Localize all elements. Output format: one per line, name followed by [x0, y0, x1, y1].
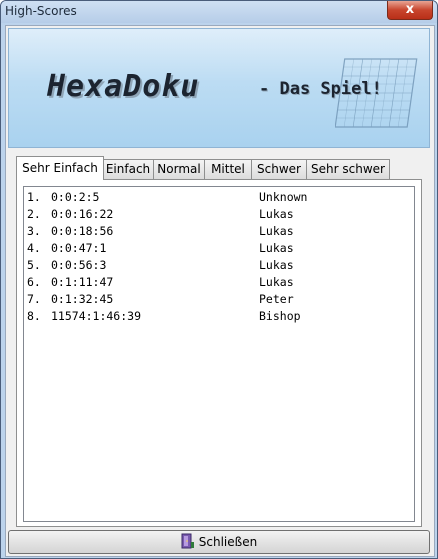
score-name: Lukas [259, 207, 294, 221]
title-bar[interactable]: High-Scores x [1, 1, 437, 23]
score-name: Lukas [259, 224, 294, 238]
high-scores-window: High-Scores x HexaDoku - Das Spiel! Sehr… [0, 0, 438, 559]
tab-normal[interactable]: Normal [153, 159, 205, 179]
score-rank: 3. [27, 224, 41, 238]
score-rank: 4. [27, 241, 41, 255]
score-time: 0:0:16:22 [51, 207, 114, 221]
door-exit-icon [181, 533, 194, 549]
hexadoku-banner: HexaDoku - Das Spiel! [8, 28, 430, 148]
score-row: 5. 0:0:56:3 Lukas [27, 257, 407, 274]
close-button[interactable]: Schließen [8, 530, 430, 554]
tab-einfach[interactable]: Einfach [102, 159, 154, 179]
score-time: 0:0:2:5 [51, 190, 100, 204]
score-name: Lukas [259, 241, 294, 255]
window-title: High-Scores [5, 4, 77, 18]
score-row: 2. 0:0:16:22 Lukas [27, 206, 407, 223]
score-rank: 7. [27, 292, 41, 306]
tab-mittel[interactable]: Mittel [204, 159, 252, 179]
score-time: 0:0:47:1 [51, 241, 107, 255]
score-row: 3. 0:0:18:56 Lukas [27, 223, 407, 240]
banner-title: HexaDoku [47, 69, 200, 104]
score-time: 0:0:56:3 [51, 258, 107, 272]
score-name: Lukas [259, 275, 294, 289]
score-time: 11574:1:46:39 [51, 309, 142, 323]
score-rank: 5. [27, 258, 41, 272]
score-rank: 8. [27, 309, 41, 323]
tab-panel: 1. 0:0:2:5 Unknown 2. 0:0:16:22 Lukas 3.… [16, 179, 422, 527]
score-name: Unknown [259, 190, 308, 204]
dialog-content: HexaDoku - Das Spiel! Sehr Einfach Einfa… [5, 25, 435, 557]
tab-sehr-einfach[interactable]: Sehr Einfach [16, 156, 104, 180]
score-time: 0:0:18:56 [51, 224, 114, 238]
score-name: Peter [259, 292, 294, 306]
score-rank: 2. [27, 207, 41, 221]
score-time: 0:1:11:47 [51, 275, 114, 289]
score-row: 8. 11574:1:46:39 Bishop [27, 308, 407, 325]
tab-sehr-schwer[interactable]: Sehr schwer [306, 159, 390, 179]
close-button-label: Schließen [198, 535, 258, 549]
score-row: 6. 0:1:11:47 Lukas [27, 274, 407, 291]
score-name: Lukas [259, 258, 294, 272]
tab-schwer[interactable]: Schwer [251, 159, 307, 179]
score-row: 4. 0:0:47:1 Lukas [27, 240, 407, 257]
score-rank: 6. [27, 275, 41, 289]
score-row: 1. 0:0:2:5 Unknown [27, 189, 407, 206]
scores-list[interactable]: 1. 0:0:2:5 Unknown 2. 0:0:16:22 Lukas 3.… [23, 186, 415, 522]
banner-subtitle: - Das Spiel! [259, 79, 382, 99]
window-close-button[interactable]: x [387, 1, 433, 20]
score-name: Bishop [259, 309, 301, 323]
score-rank: 1. [27, 190, 41, 204]
score-time: 0:1:32:45 [51, 292, 114, 306]
score-row: 7. 0:1:32:45 Peter [27, 291, 407, 308]
